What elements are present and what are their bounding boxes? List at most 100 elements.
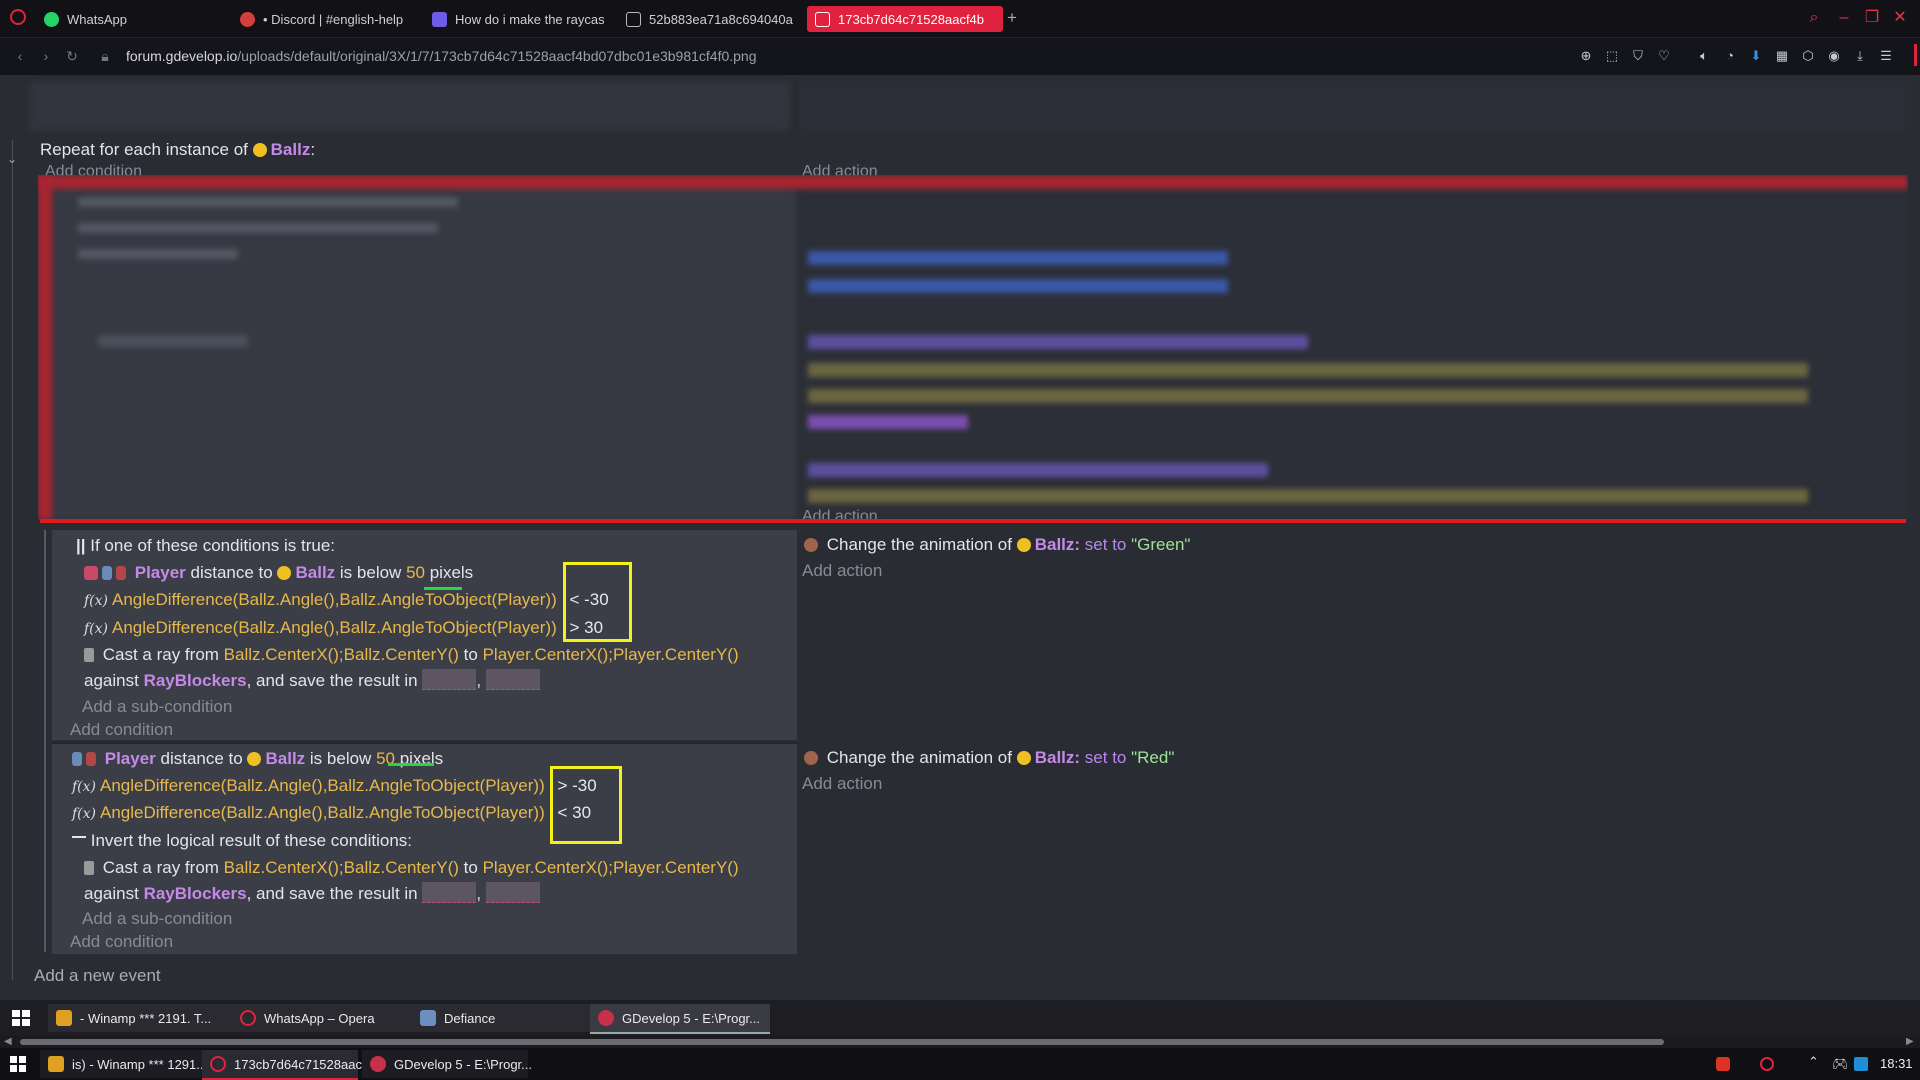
forum-icon <box>432 11 447 27</box>
puzzle-icon[interactable]: ⬡ <box>1800 48 1816 64</box>
angle-condition-1b[interactable]: f(x) AngleDifference(Ballz.Angle(),Ballz.… <box>84 618 603 638</box>
url-field[interactable]: forum.gdevelop.io/uploads/default/origin… <box>126 48 757 64</box>
raycast-icon <box>84 861 94 875</box>
blurred-header-left <box>30 82 790 130</box>
opera-logo-icon[interactable] <box>10 9 26 25</box>
collapse-chevron-icon[interactable]: ⌄ <box>7 152 17 166</box>
event-tree-line <box>12 140 13 980</box>
function-icon: f(x) <box>72 779 97 795</box>
tab-raycast-forum[interactable]: How do i make the raycas <box>432 6 604 32</box>
change-animation-action-green[interactable]: Change the animation of Ballz: set to "G… <box>804 535 1190 555</box>
tab-discord[interactable]: • Discord | #english-help <box>240 6 410 32</box>
rss-icon[interactable]: ◔ <box>1722 48 1738 64</box>
pixels-word: pixels <box>429 563 474 582</box>
invert-condition-header[interactable]: Invert the logical result of these condi… <box>72 831 412 851</box>
antivirus-tray-icon[interactable] <box>1716 1057 1730 1071</box>
or-condition-header[interactable]: || If one of these conditions is true: <box>76 536 335 556</box>
clock[interactable]: 18:31 <box>1880 1056 1913 1071</box>
cast-to: Player.CenterX();Player.CenterY() <box>482 645 739 664</box>
comma: , <box>476 884 482 903</box>
downloads-icon[interactable]: ⤓ <box>1852 48 1868 64</box>
cast-to-word: to <box>463 645 478 664</box>
task-winamp-inner[interactable]: - Winamp *** 2191. T... <box>48 1004 236 1032</box>
snapshot-icon[interactable]: ⬚ <box>1604 48 1620 64</box>
repeat-event-header[interactable]: Repeat for each instance of Ballz: <box>40 140 315 160</box>
task-gdevelop[interactable]: GDevelop 5 - E:\Progr... <box>362 1050 532 1078</box>
invert-label: Invert the logical result of these condi… <box>90 831 413 850</box>
speaker-icon[interactable]: 🔈︎ <box>1696 48 1712 64</box>
task-opera-image[interactable]: 173cb7d64c71528aacf... <box>202 1050 376 1080</box>
horizontal-scrollbar[interactable]: ◀ ▶ <box>0 1036 1920 1048</box>
repeat-prefix: Repeat for each instance of <box>40 140 248 159</box>
tab-label: • Discord | #english-help <box>263 11 404 27</box>
comma: , <box>476 671 482 690</box>
add-action-2[interactable]: Add action <box>802 774 882 794</box>
change-anim-text: Change the animation of <box>826 535 1012 554</box>
angle-expression: AngleDifference(Ballz.Angle(),Ballz.Angl… <box>112 618 557 637</box>
add-subcondition-1[interactable]: Add a sub-condition <box>82 697 232 717</box>
add-condition-1[interactable]: Add condition <box>70 720 173 740</box>
distance-condition-2[interactable]: Player distance to Ballz is below 50 pix… <box>72 749 443 769</box>
add-condition-2[interactable]: Add condition <box>70 932 173 952</box>
scrollbar-thumb[interactable] <box>20 1039 1664 1045</box>
download-arrow-icon[interactable]: ⬇ <box>1748 48 1764 64</box>
url-path: /uploads/default/original/3X/1/7/173cb7d… <box>237 48 757 64</box>
tab-image-173c[interactable]: 173cb7d64c71528aacf4b <box>807 6 1003 32</box>
ballz-target: Ballz: <box>1034 535 1081 554</box>
task-gdevelop-inner[interactable]: GDevelop 5 - E:\Progr... <box>590 1004 770 1034</box>
search-icon[interactable]: ⌕ <box>1804 8 1824 28</box>
menu-icon[interactable]: ☰ <box>1878 48 1894 64</box>
back-icon[interactable]: ‹ <box>12 48 28 64</box>
extension-grid-icon[interactable]: ▦ <box>1774 48 1790 64</box>
whatsapp-icon <box>44 11 59 27</box>
zoom-icon[interactable]: ⊕ <box>1578 48 1594 64</box>
scrollbar-right-arrow-icon[interactable]: ▶ <box>1906 1036 1914 1047</box>
change-animation-action-red[interactable]: Change the animation of Ballz: set to "R… <box>804 748 1174 768</box>
add-action-1[interactable]: Add action <box>802 561 882 581</box>
reload-icon[interactable]: ↻ <box>64 48 80 64</box>
add-new-event[interactable]: Add a new event <box>34 966 161 986</box>
close-icon[interactable]: ✕ <box>1890 8 1910 28</box>
task-whatsapp-opera[interactable]: WhatsApp – Opera <box>232 1004 412 1032</box>
scrollbar-left-arrow-icon[interactable]: ◀ <box>4 1036 12 1047</box>
player-alt-icon <box>102 566 112 580</box>
raycast-condition-1[interactable]: Cast a ray from Ballz.CenterX();Ballz.Ce… <box>84 645 739 665</box>
tray-chevron-icon[interactable]: ⌃ <box>1808 1054 1819 1070</box>
angle-condition-1a[interactable]: f(x) AngleDifference(Ballz.Angle(),Ballz.… <box>84 590 609 610</box>
tab-image-52b8[interactable]: 52b883ea71a8c694040a <box>626 6 794 32</box>
result-slot-y[interactable] <box>485 669 540 690</box>
windows-start-icon[interactable] <box>12 1010 30 1026</box>
function-icon: f(x) <box>72 806 97 822</box>
result-slot-x[interactable] <box>422 669 477 690</box>
task-label: - Winamp *** 2191. T... <box>80 1010 212 1026</box>
account-icon[interactable]: ◉ <box>1826 48 1842 64</box>
task-defiance[interactable]: Defiance <box>412 1004 592 1032</box>
bluetooth-tray-icon[interactable] <box>1854 1057 1868 1071</box>
distance-condition-1[interactable]: Player distance to Ballz is below 50 pix… <box>84 563 473 583</box>
opera-tray-icon[interactable] <box>1760 1057 1774 1071</box>
cast-to: Player.CenterX();Player.CenterY() <box>482 858 739 877</box>
result-slot-y[interactable] <box>485 882 540 903</box>
heart-icon[interactable]: ♡ <box>1656 48 1672 64</box>
task-label: GDevelop 5 - E:\Progr... <box>394 1056 533 1072</box>
angle-condition-2a[interactable]: f(x) AngleDifference(Ballz.Angle(),Ballz.… <box>72 776 597 796</box>
shield-icon[interactable]: ⛉ <box>1630 48 1646 64</box>
add-action-blurred[interactable]: Add action <box>802 508 878 526</box>
distance-word: distance to <box>160 749 243 768</box>
or-event-left-border <box>44 530 46 952</box>
add-subcondition-2[interactable]: Add a sub-condition <box>82 909 232 929</box>
result-slot-x[interactable] <box>422 882 477 903</box>
player-object: Player <box>104 749 156 768</box>
forward-icon[interactable]: › <box>38 48 54 64</box>
restore-icon[interactable]: ❐ <box>1862 8 1882 28</box>
gamepad-tray-icon[interactable]: 🎮︎ <box>1832 1056 1849 1072</box>
tab-whatsapp[interactable]: WhatsApp <box>44 6 224 32</box>
minimize-icon[interactable]: – <box>1834 8 1854 28</box>
windows-start-icon[interactable] <box>10 1056 26 1072</box>
raycast-condition-2[interactable]: Cast a ray from Ballz.CenterX();Ballz.Ce… <box>84 858 739 878</box>
task-winamp[interactable]: is) - Winamp *** 1291... <box>40 1050 207 1078</box>
blurred-header-right <box>800 82 1910 130</box>
angle-condition-2b[interactable]: f(x) AngleDifference(Ballz.Angle(),Ballz.… <box>72 803 591 823</box>
new-tab-button[interactable]: + <box>1003 9 1021 27</box>
rayblockers-object: RayBlockers <box>143 671 247 690</box>
